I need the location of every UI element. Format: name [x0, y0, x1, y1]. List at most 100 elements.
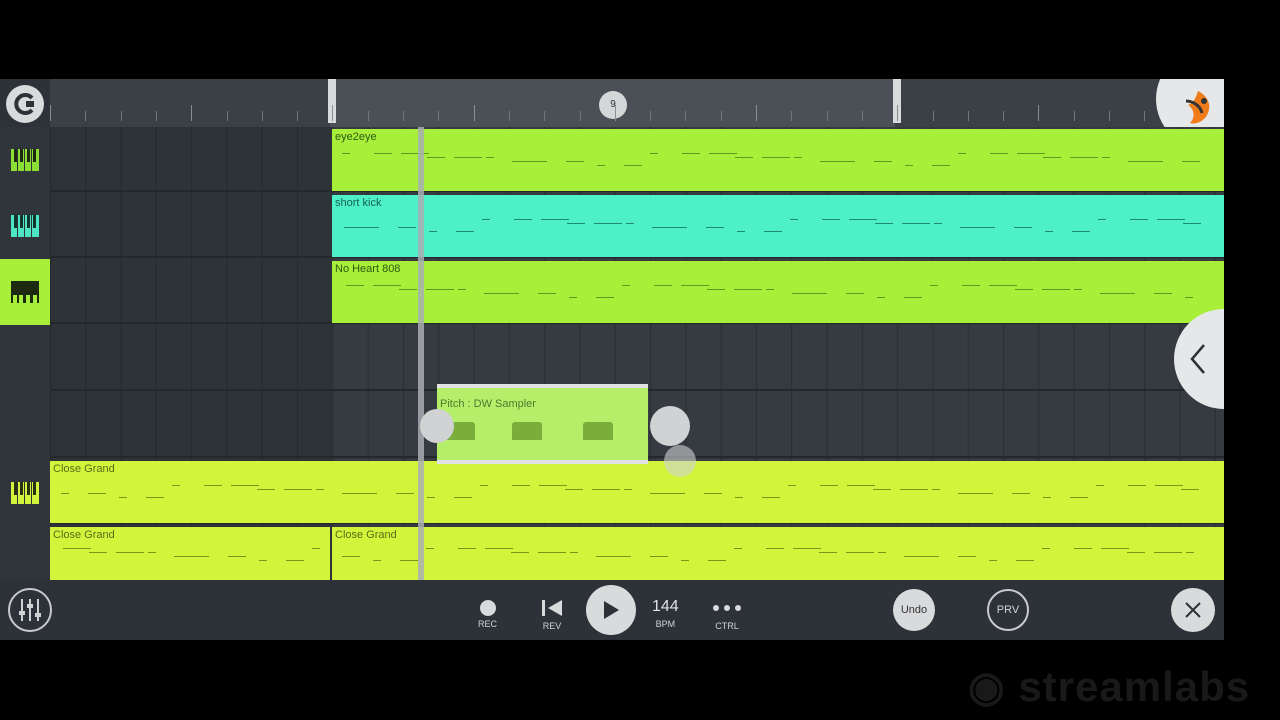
note-mark: [931, 556, 939, 557]
note-mark: [1096, 485, 1104, 486]
undo-label: Undo: [900, 604, 928, 616]
note-mark: [1100, 293, 1128, 294]
note-mark: [762, 157, 790, 158]
note-mark: [1070, 157, 1098, 158]
note-mark: [846, 293, 864, 294]
watermark-text: streamlabs: [1018, 663, 1251, 710]
note-mark: [538, 552, 566, 553]
note-mark: [172, 485, 180, 486]
note-mark: [286, 560, 304, 561]
note-mark: [401, 153, 429, 154]
note-mark: [793, 548, 821, 549]
pattern-clip-no-heart-808[interactable]: No Heart 808: [332, 261, 1224, 323]
piano-roll-icon[interactable]: [0, 259, 50, 325]
note-mark: [374, 153, 392, 154]
ruler-tick: [403, 111, 404, 121]
tempo-display[interactable]: 144 BPM: [652, 598, 679, 629]
ruler-tick: [756, 105, 757, 121]
pattern-clip-close-grand[interactable]: Close Grand: [332, 527, 1224, 580]
note-mark: [596, 297, 614, 298]
record-icon: [479, 600, 496, 616]
timeline-ruler[interactable]: 9: [50, 79, 1224, 127]
bar-number-marker[interactable]: 9: [599, 91, 627, 119]
note-mark: [904, 297, 922, 298]
piano-roll-icon[interactable]: [0, 460, 50, 526]
play-icon: [604, 601, 619, 619]
piano-roll-icon[interactable]: [0, 193, 50, 259]
note-mark: [735, 157, 753, 158]
note-mark: [989, 285, 1017, 286]
note-mark: [1183, 223, 1201, 224]
magnet-icon[interactable]: [6, 85, 44, 123]
note-mark: [762, 497, 780, 498]
rewind-button[interactable]: REV: [540, 598, 564, 631]
record-button[interactable]: REC: [478, 600, 497, 629]
clip-resize-handle[interactable]: [420, 409, 454, 443]
note-mark: [1017, 153, 1045, 154]
note-mark: [63, 548, 91, 549]
playlist-grid[interactable]: eye2eye short kick No Heart 808 Close Gr…: [50, 127, 1224, 580]
note-mark: [930, 285, 938, 286]
preview-button[interactable]: PRV: [987, 589, 1029, 631]
preview-label: PRV: [996, 604, 1020, 616]
note-mark: [511, 293, 519, 294]
pattern-clip-eye2eye[interactable]: eye2eye: [332, 129, 1224, 191]
note-mark: [794, 157, 802, 158]
pattern-clip-close-grand[interactable]: Close Grand: [50, 461, 1224, 523]
mixer-icon[interactable]: [8, 588, 52, 632]
clip-resize-handle[interactable]: [650, 406, 690, 446]
note-mark: [61, 493, 69, 494]
note-mark: [709, 153, 737, 154]
note-mark: [569, 297, 577, 298]
note-mark: [934, 223, 942, 224]
automation-clip-pitch[interactable]: Pitch : DW Sampler: [437, 384, 648, 464]
close-button[interactable]: [1171, 588, 1215, 632]
track-header-column: [0, 127, 50, 580]
ruler-tick: [297, 111, 299, 121]
note-mark: [1128, 485, 1146, 486]
note-mark: [1155, 161, 1163, 162]
piano-roll-icon[interactable]: [0, 127, 50, 193]
note-mark: [734, 548, 742, 549]
note-mark: [989, 560, 997, 561]
ruler-tick: [261, 111, 263, 121]
undo-button[interactable]: Undo: [893, 589, 935, 631]
note-mark: [819, 293, 827, 294]
note-mark: [1186, 552, 1194, 553]
note-mark: [819, 552, 837, 553]
transport-bar: REC REV 144 BPM CTRL Undo PRV: [0, 580, 1224, 640]
ctrl-button[interactable]: CTRL: [712, 598, 742, 631]
clip-name: Close Grand: [335, 529, 397, 541]
note-mark: [1015, 289, 1033, 290]
note-mark: [706, 227, 724, 228]
ruler-tick: [1144, 111, 1146, 121]
note-mark: [1182, 161, 1200, 162]
note-mark: [1157, 219, 1185, 220]
pattern-clip-short-kick[interactable]: short kick: [332, 195, 1224, 257]
note-mark: [427, 497, 435, 498]
play-button[interactable]: [586, 585, 636, 635]
note-mark: [1074, 289, 1082, 290]
note-mark: [958, 556, 976, 557]
playhead[interactable]: [418, 127, 424, 580]
note-mark: [454, 157, 482, 158]
note-mark: [346, 285, 364, 286]
note-mark: [624, 489, 632, 490]
note-mark: [259, 560, 267, 561]
ruler-tick: [367, 111, 369, 121]
note-mark: [737, 231, 745, 232]
note-mark: [902, 223, 930, 224]
note-mark: [400, 560, 418, 561]
note-mark: [622, 285, 630, 286]
ruler-tick: [720, 111, 722, 121]
ruler-tick: [1003, 111, 1005, 121]
note-mark: [932, 489, 940, 490]
note-mark: [652, 227, 680, 228]
pattern-clip-close-grand[interactable]: Close Grand: [50, 527, 330, 580]
note-mark: [88, 493, 106, 494]
note-mark: [654, 285, 672, 286]
note-mark: [596, 556, 624, 557]
note-mark: [766, 289, 774, 290]
note-mark: [373, 560, 381, 561]
ruler-tick: [508, 111, 510, 121]
